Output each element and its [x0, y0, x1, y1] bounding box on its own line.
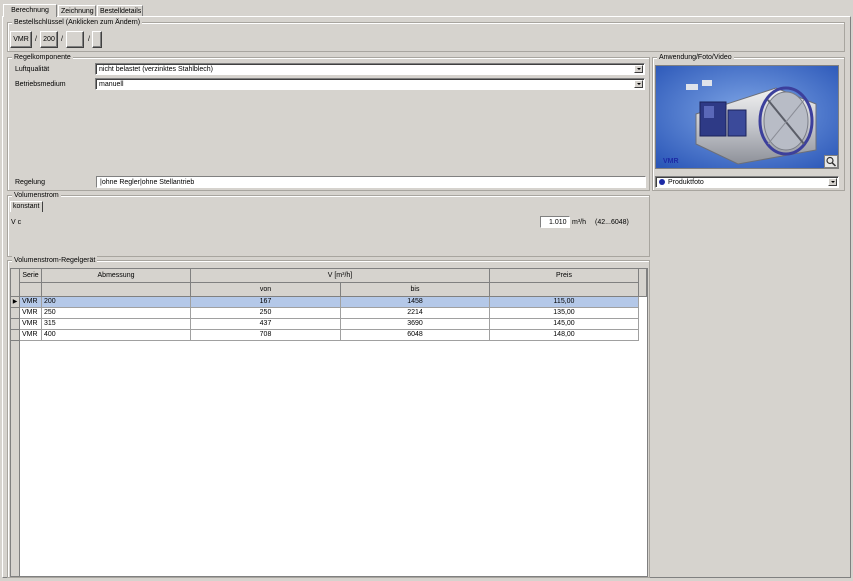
cell-preis: 135,00 [490, 308, 639, 319]
damper-illustration [656, 66, 838, 168]
cell-bis: 3690 [341, 319, 490, 330]
cell-serie: VMR [20, 330, 42, 341]
chevron-down-icon[interactable] [828, 178, 837, 186]
table-row[interactable]: VMR 250 250 2214 135,00 [11, 308, 639, 319]
air-quality-select[interactable]: nicht belastet (verzinktes Stahlblech) [95, 63, 645, 75]
cell-serie: VMR [20, 308, 42, 319]
tab-konstant[interactable]: konstant [10, 201, 43, 212]
header-volume[interactable]: V [m³/h] [191, 269, 490, 283]
control-value: |ohne Regler|ohne Stellantrieb [100, 179, 195, 186]
cell-abmessung: 250 [42, 308, 191, 319]
order-key-group: Bestellschlüssel (Anklicken zum Ändern) [7, 18, 845, 52]
cell-preis: 145,00 [490, 319, 639, 330]
cell-abmessung: 200 [42, 297, 191, 308]
cell-von: 250 [191, 308, 341, 319]
product-photo[interactable]: VMR [655, 65, 839, 169]
cell-preis: 115,00 [490, 297, 639, 308]
volume-flow-title: Volumenstrom [12, 191, 61, 200]
header-abmessung[interactable]: Abmessung [42, 269, 191, 283]
cell-abmessung: 315 [42, 319, 191, 330]
order-key-option-button[interactable] [66, 31, 84, 48]
table-row[interactable]: ▶ VMR 200 167 1458 115,00 [11, 297, 639, 308]
medium-value: manuell [99, 81, 124, 88]
order-key-vmr-button[interactable]: VMR [10, 31, 32, 48]
header-preis[interactable]: Preis [490, 269, 639, 283]
control-field[interactable]: |ohne Regler|ohne Stellantrieb [96, 176, 646, 188]
chevron-down-icon[interactable] [634, 65, 643, 73]
cell-preis: 148,00 [490, 330, 639, 341]
cell-bis: 1458 [341, 297, 490, 308]
header-serie[interactable]: Serie [20, 269, 42, 283]
vc-input[interactable]: 1.010 [540, 216, 570, 228]
cell-bis: 6048 [341, 330, 490, 341]
chevron-down-icon[interactable] [634, 80, 643, 88]
regulator-table: Serie Abmessung V [m³/h] Preis von bis ▶… [10, 268, 648, 577]
control-label: Regelung [15, 179, 45, 186]
header-abmessung-sub [42, 283, 191, 297]
row-header [11, 319, 20, 330]
regulator-title: Volumenstrom-Regelgerät [12, 256, 98, 265]
header-filler [639, 269, 647, 297]
cell-serie: VMR [20, 297, 42, 308]
row-header-column [11, 341, 20, 576]
order-key-size-button[interactable]: 200 [40, 31, 58, 48]
vc-range: (42...6048) [595, 219, 629, 226]
table-row[interactable]: VMR 400 708 6048 148,00 [11, 330, 639, 341]
air-quality-label: Luftqualität [15, 66, 50, 73]
media-type-bullet-icon [659, 179, 665, 185]
media-type-value: Produktfoto [668, 179, 704, 186]
tab-berechnung[interactable]: Berechnung [3, 4, 57, 17]
cell-bis: 2214 [341, 308, 490, 319]
air-quality-value: nicht belastet (verzinktes Stahlblech) [99, 66, 213, 73]
cell-von: 167 [191, 297, 341, 308]
row-header [11, 308, 20, 319]
order-key-separator: / [35, 36, 37, 43]
cell-von: 437 [191, 319, 341, 330]
cell-von: 708 [191, 330, 341, 341]
control-component-title: Regelkomponente [12, 53, 73, 62]
medium-select[interactable]: manuell [95, 78, 645, 90]
order-key-extra-button[interactable] [92, 31, 102, 48]
media-type-select[interactable]: Produktfoto [655, 176, 839, 188]
header-bis[interactable]: bis [341, 283, 490, 297]
current-row-arrow-icon: ▶ [11, 297, 20, 308]
photo-caption: VMR [663, 158, 679, 165]
media-title: Anwendung/Foto/Video [657, 53, 734, 62]
header-von[interactable]: von [191, 283, 341, 297]
order-key-separator: / [88, 36, 90, 43]
vc-label: V c [11, 219, 22, 226]
order-key-title: Bestellschlüssel (Anklicken zum Ändern) [12, 18, 143, 27]
table-row[interactable]: VMR 315 437 3690 145,00 [11, 319, 639, 330]
header-serie-sub [20, 283, 42, 297]
row-header [11, 330, 20, 341]
cell-serie: VMR [20, 319, 42, 330]
header-preis-sub [490, 283, 639, 297]
row-header-corner [11, 269, 20, 297]
zoom-icon[interactable] [824, 155, 838, 168]
order-key-separator: / [61, 36, 63, 43]
medium-label: Betriebsmedium [15, 81, 66, 88]
vc-value: 1.010 [549, 219, 567, 226]
cell-abmessung: 400 [42, 330, 191, 341]
vc-unit: m³/h [572, 219, 586, 226]
